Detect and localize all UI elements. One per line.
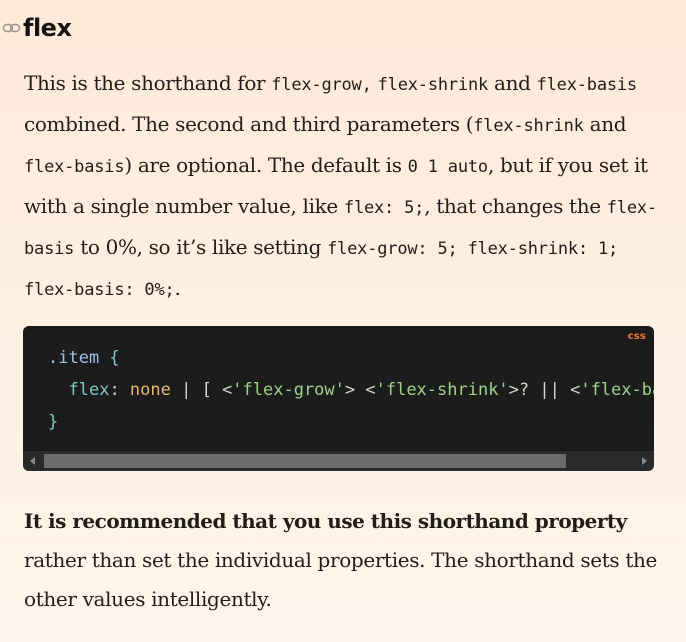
inline-code: flex-basis (24, 157, 125, 177)
section-title: flex (23, 14, 72, 42)
inline-code: flex-shrink (377, 75, 489, 95)
language-badge: css (627, 331, 646, 342)
text-segment: This is the shorthand for (24, 71, 272, 95)
link-icon[interactable] (2, 19, 22, 37)
code-colon: : (109, 380, 130, 400)
text-segment: combined. The second and third parameter… (24, 112, 474, 136)
code-brace: } (48, 412, 59, 432)
section-heading: flex (2, 14, 72, 42)
horizontal-scrollbar[interactable] (23, 450, 654, 471)
code-selector: .item (48, 348, 100, 368)
description-paragraph: This is the shorthand for flex-grow, fle… (24, 64, 664, 310)
scrollbar-thumb[interactable] (44, 454, 566, 468)
inline-code: flex: 5; (343, 198, 425, 218)
article-section: flex This is the shorthand for flex-grow… (0, 0, 686, 642)
inline-code: flex-grow, (271, 75, 372, 95)
inline-code: 0 1 auto (407, 157, 488, 177)
text-segment: to 0%, so it’s like setting (74, 235, 328, 259)
text-segment: . (174, 276, 181, 300)
code-operator: | [ < (170, 380, 233, 400)
inline-code: flex-shrink (473, 116, 584, 136)
code-string: 'flex-grow' (232, 380, 345, 400)
scroll-left-icon[interactable] (30, 457, 35, 465)
code-property: flex (68, 380, 110, 400)
recommendation-paragraph: It is recommended that you use this shor… (24, 502, 664, 619)
inline-code: flex-basis (536, 75, 638, 95)
recommendation-bold: It is recommended that you use this shor… (24, 509, 627, 533)
text-segment: and (583, 112, 627, 136)
code-value: none (129, 380, 171, 400)
code-string: 'flex-basis' (580, 380, 654, 400)
code-block[interactable]: css .item { flex: none | [ <'flex-grow'>… (23, 326, 654, 471)
text-segment: , that changes the (424, 194, 607, 218)
code-operator: >? || < (508, 380, 581, 400)
text-segment: rather than set the individual propertie… (24, 548, 658, 611)
text-segment: and (488, 71, 537, 95)
code-operator: > < (344, 380, 376, 400)
code-brace: { (99, 348, 120, 368)
text-segment: ) are optional. The default is (124, 153, 408, 177)
code-string: 'flex-shrink' (375, 380, 509, 400)
code-content[interactable]: .item { flex: none | [ <'flex-grow'> <'f… (48, 342, 654, 438)
scroll-right-icon[interactable] (642, 457, 647, 465)
